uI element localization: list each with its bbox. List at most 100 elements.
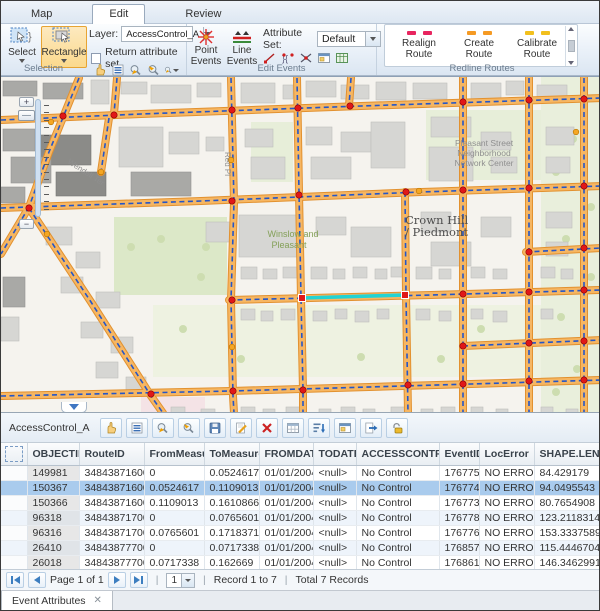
data-grid-button[interactable] [282,418,304,438]
table-row[interactable]: 150367348438716000.05246170.110901301/01… [1,480,600,495]
cell[interactable]: 0.0717338 [144,555,204,570]
cell[interactable]: No Control [356,555,439,570]
rectangle-button[interactable]: Rectangle [41,26,87,68]
cell[interactable]: 0 [144,540,204,555]
calibrate-route-button[interactable]: Calibrate Route [509,26,565,66]
cell[interactable]: <null> [313,555,356,570]
cell[interactable]: <null> [313,540,356,555]
unlock-button[interactable] [386,418,408,438]
cell[interactable]: NO ERROR [479,480,534,495]
cell[interactable]: 34843871600 [79,480,144,495]
delete-selected-button[interactable] [256,418,278,438]
cell[interactable]: NO ERROR [479,495,534,510]
cell[interactable]: No Control [356,465,439,480]
table-row[interactable]: 150366348438716000.11090130.161086601/01… [1,495,600,510]
column-header-fromdate[interactable]: FROMDATE [259,443,313,465]
cell[interactable]: NO ERROR [479,510,534,525]
prev-page-button[interactable] [28,572,46,588]
cell[interactable]: 26410 [27,540,79,555]
save-button[interactable] [204,418,226,438]
cell[interactable]: 80.7654908 [534,495,600,510]
cell[interactable]: 0.0765601 [204,510,259,525]
cell[interactable]: 01/01/2004 [259,480,313,495]
column-header-objectid[interactable]: OBJECTID [27,443,79,465]
cell[interactable]: 176773 [439,495,479,510]
cell[interactable]: 0.0717338 [204,540,259,555]
cell[interactable]: 149981 [27,465,79,480]
cell[interactable]: 176774 [439,480,479,495]
panel-collapse-handle[interactable] [61,402,87,412]
zoom-track[interactable] [35,99,41,217]
cell[interactable]: 123.2118314 [534,510,600,525]
cell[interactable]: No Control [356,480,439,495]
cell[interactable]: No Control [356,540,439,555]
gallery-scrollbar[interactable] [565,26,576,66]
zoom-handle[interactable] [18,110,35,121]
row-selector[interactable] [1,465,27,480]
cell[interactable]: 0.1610866 [204,495,259,510]
cell[interactable]: 176775 [439,465,479,480]
cell[interactable]: 0.0524617 [204,465,259,480]
attribute-set-combo[interactable]: Default [317,31,381,47]
cell[interactable]: <null> [313,465,356,480]
cell[interactable]: 0.0765601 [144,525,204,540]
cell[interactable]: 150367 [27,480,79,495]
last-page-button[interactable] [130,572,148,588]
cell[interactable]: 34843877700 [79,555,144,570]
create-route-button[interactable]: Create Route [451,26,507,66]
column-header-locerror[interactable]: LocError [479,443,534,465]
column-header-accesscontrol[interactable]: ACCESSCONTROL [356,443,439,465]
cell[interactable]: 0 [144,510,204,525]
tab-map[interactable]: Map [15,5,68,23]
page-select-combo[interactable]: 1 [166,573,195,588]
row-selector[interactable] [1,495,27,510]
zoom-to-selection-button[interactable] [152,418,174,438]
edit-attributes-button[interactable] [230,418,252,438]
cell[interactable]: NO ERROR [479,555,534,570]
row-selector[interactable] [1,480,27,495]
tab-event-attributes[interactable]: Event Attributes ✕ [1,591,113,610]
cell[interactable]: 176861 [439,555,479,570]
cell[interactable]: <null> [313,525,356,540]
close-tab-icon[interactable]: ✕ [94,595,102,606]
cell[interactable]: No Control [356,495,439,510]
sort-button[interactable] [308,418,330,438]
cell[interactable]: 94.0495543 [534,480,600,495]
cell[interactable]: 84.429179 [534,465,600,480]
table-row[interactable]: 26018348438777000.07173380.16266901/01/2… [1,555,600,570]
cell[interactable]: <null> [313,480,356,495]
cell[interactable]: 01/01/2004 [259,495,313,510]
cell[interactable]: No Control [356,510,439,525]
tab-review[interactable]: Review [169,5,237,23]
zoom-in-button[interactable]: + [19,97,34,107]
row-selector[interactable] [1,525,27,540]
row-selector[interactable] [1,510,27,525]
layer-combo[interactable]: AccessControl_A [121,26,193,42]
realign-route-button[interactable]: Realign Route [391,26,447,66]
cell[interactable]: 34843871700 [79,525,144,540]
row-selector-header[interactable] [1,443,27,465]
column-header-routeid[interactable]: RouteID [79,443,144,465]
attribute-list-button[interactable] [126,418,148,438]
cell[interactable]: No Control [356,525,439,540]
cell[interactable]: NO ERROR [479,465,534,480]
cell[interactable]: 34843871600 [79,465,144,480]
cell[interactable]: 01/01/2004 [259,555,313,570]
row-selector[interactable] [1,540,27,555]
page-select-dropdown-icon[interactable] [181,574,194,587]
point-events-button[interactable]: Point Events [189,26,223,68]
table-row[interactable]: 1499813484387160000.052461701/01/2004<nu… [1,465,600,480]
cell[interactable]: 0.0524617 [144,480,204,495]
scroll-thumb[interactable] [568,40,575,52]
line-events-button[interactable]: Line Events [225,26,259,68]
cell[interactable]: <null> [313,510,356,525]
select-button[interactable]: } Select [3,26,41,68]
pan-to-selection-button[interactable] [178,418,200,438]
cell[interactable]: 34843877700 [79,540,144,555]
cell[interactable]: NO ERROR [479,525,534,540]
cell[interactable]: 34843871700 [79,510,144,525]
first-page-button[interactable] [6,572,24,588]
cell[interactable]: 26018 [27,555,79,570]
cell[interactable]: <null> [313,495,356,510]
column-header-shape-len[interactable]: SHAPE.LEN [534,443,600,465]
